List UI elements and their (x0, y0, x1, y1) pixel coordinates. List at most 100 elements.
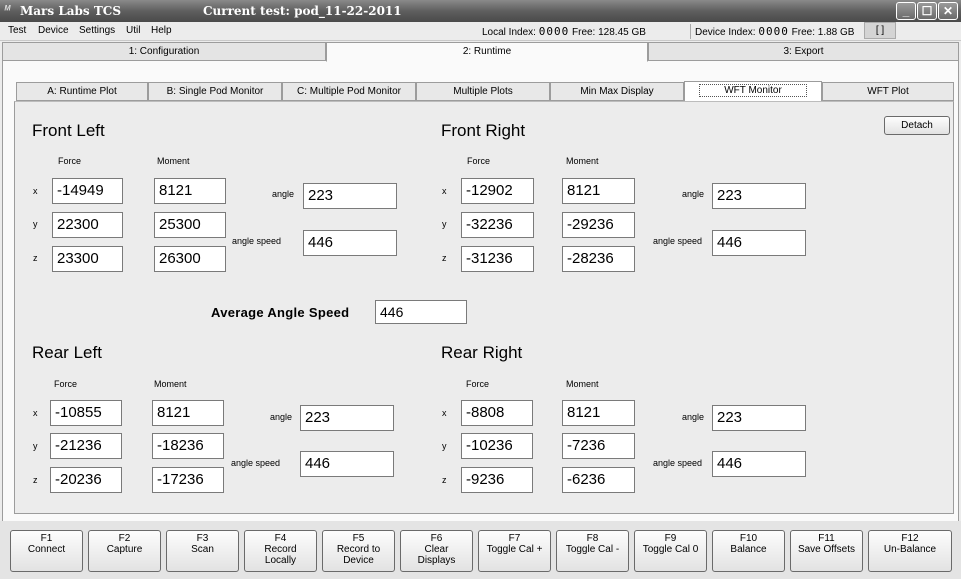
f2-capture-button[interactable]: F2 Capture (88, 530, 161, 572)
current-test-title: Current test: pod_11-22-2011 (203, 4, 402, 18)
local-index-value: 0000 (538, 25, 570, 38)
tab-multiple-pod-monitor[interactable]: C: Multiple Pod Monitor (282, 82, 416, 101)
f12-key: F12 (901, 533, 919, 544)
tab-export[interactable]: 3: Export (648, 42, 959, 61)
front-left-moment-y[interactable]: 25300 (154, 212, 226, 238)
rear-left-force-z[interactable]: -20236 (50, 467, 122, 493)
rear-left-angle-speed[interactable]: 446 (300, 451, 394, 477)
f12-un-balance-button[interactable]: F12 Un-Balance (868, 530, 952, 572)
f10-key: F10 (739, 533, 758, 544)
f10-label: Balance (730, 544, 767, 555)
rear-left-moment-y[interactable]: -18236 (152, 433, 224, 459)
tab-min-max-display[interactable]: Min Max Display (550, 82, 684, 101)
front-left-force-y[interactable]: 22300 (52, 212, 123, 238)
tab-multiple-plots[interactable]: Multiple Plots (416, 82, 550, 101)
f6-key: F6 (430, 533, 443, 544)
front-left-angle[interactable]: 223 (303, 183, 397, 209)
rear-left-moment-z[interactable]: -17236 (152, 467, 224, 493)
f7-toggle-cal-plus-button[interactable]: F7 Toggle Cal + (478, 530, 551, 572)
rear-right-angle-speed[interactable]: 446 (712, 451, 806, 477)
rear-right-force-z[interactable]: -9236 (461, 467, 533, 493)
f4-key: F4 (274, 533, 287, 544)
front-right-angle[interactable]: 223 (712, 183, 806, 209)
average-angle-speed-value[interactable]: 446 (375, 300, 467, 324)
rear-right-z-label: z (442, 475, 447, 485)
rear-left-moment-x[interactable]: 8121 (152, 400, 224, 426)
rear-left-force-label: Force (54, 379, 78, 389)
f8-label: Toggle Cal - (565, 544, 620, 555)
rear-right-angle-label: angle (682, 412, 705, 422)
front-left-angle-label: angle (272, 189, 295, 199)
device-free: Free: 1.88 GB (791, 27, 855, 38)
front-right-force-x[interactable]: -12902 (461, 178, 534, 204)
f5-record-to-device-button[interactable]: F5 Record to Device (322, 530, 395, 572)
f4-record-locally-button[interactable]: F4 Record Locally (244, 530, 317, 572)
rear-left-angle[interactable]: 223 (300, 405, 394, 431)
front-right-force-z[interactable]: -31236 (461, 246, 534, 272)
rear-right-moment-label: Moment (566, 379, 599, 389)
tab-wft-monitor[interactable]: WFT Monitor (684, 81, 822, 102)
front-right-force-y[interactable]: -32236 (461, 212, 534, 238)
rear-left-force-x[interactable]: -10855 (50, 400, 122, 426)
front-left-angle-speed[interactable]: 446 (303, 230, 397, 256)
f8-toggle-cal-minus-button[interactable]: F8 Toggle Cal - (556, 530, 629, 572)
local-index-status: Local Index: 0000 Free: 128.45 GB (482, 25, 646, 38)
tab-configuration[interactable]: 1: Configuration (2, 42, 326, 61)
menu-help[interactable]: Help (151, 25, 172, 36)
front-right-angle-speed[interactable]: 446 (712, 230, 806, 256)
close-button[interactable]: ✕ (938, 2, 958, 20)
front-right-y-label: y (442, 219, 447, 229)
minimize-button[interactable]: _ (896, 2, 916, 20)
f1-connect-button[interactable]: F1 Connect (10, 530, 83, 572)
menu-bar: Test Device Settings Util Help Local Ind… (0, 22, 961, 41)
menu-util[interactable]: Util (126, 25, 140, 36)
rear-right-moment-x[interactable]: 8121 (562, 400, 635, 426)
rear-right-force-y[interactable]: -10236 (461, 433, 533, 459)
front-left-angle-speed-label: angle speed (232, 236, 282, 246)
front-left-y-label: y (33, 219, 38, 229)
rear-right-moment-z[interactable]: -6236 (562, 467, 635, 493)
front-right-force-label: Force (467, 156, 491, 166)
menu-test[interactable]: Test (8, 25, 26, 36)
front-right-angle-speed-label: angle speed (653, 236, 703, 246)
f6-clear-displays-button[interactable]: F6 Clear Displays (400, 530, 473, 572)
f11-save-offsets-button[interactable]: F11 Save Offsets (790, 530, 863, 572)
f3-scan-button[interactable]: F3 Scan (166, 530, 239, 572)
tab-wft-plot[interactable]: WFT Plot (822, 82, 954, 101)
f9-label: Toggle Cal 0 (642, 544, 699, 555)
f9-key: F9 (664, 533, 677, 544)
f10-balance-button[interactable]: F10 Balance (712, 530, 785, 572)
tab-runtime-plot[interactable]: A: Runtime Plot (16, 82, 148, 101)
app-title: Mars Labs TCS (20, 4, 121, 18)
f12-label: Un-Balance (883, 544, 937, 555)
menu-device[interactable]: Device (38, 25, 69, 36)
device-index-value: 0000 (758, 25, 789, 38)
front-right-moment-x[interactable]: 8121 (562, 178, 635, 204)
front-right-title: Front Right (441, 121, 526, 140)
rear-right-angle[interactable]: 223 (712, 405, 806, 431)
front-right-moment-z[interactable]: -28236 (562, 246, 635, 272)
rear-right-force-x[interactable]: -8808 (461, 400, 533, 426)
front-right-moment-label: Moment (566, 156, 599, 166)
rear-left-y-label: y (33, 441, 38, 451)
front-left-force-x[interactable]: -14949 (52, 178, 123, 204)
maximize-button[interactable]: ☐ (917, 2, 937, 20)
tab-single-pod-monitor[interactable]: B: Single Pod Monitor (148, 82, 282, 101)
menu-settings[interactable]: Settings (79, 25, 115, 36)
f3-label: Scan (191, 544, 214, 555)
f9-toggle-cal-zero-button[interactable]: F9 Toggle Cal 0 (634, 530, 707, 572)
front-left-moment-z[interactable]: 26300 (154, 246, 226, 272)
rear-right-x-label: x (442, 408, 447, 418)
rear-left-angle-label: angle (270, 412, 293, 422)
f8-key: F8 (586, 533, 599, 544)
f11-key: F11 (818, 533, 835, 544)
front-right-moment-y[interactable]: -29236 (562, 212, 635, 238)
rear-right-moment-y[interactable]: -7236 (562, 433, 635, 459)
tab-runtime[interactable]: 2: Runtime (326, 42, 648, 62)
front-left-force-z[interactable]: 23300 (52, 246, 123, 272)
rear-left-force-y[interactable]: -21236 (50, 433, 122, 459)
rear-left-z-label: z (33, 475, 38, 485)
front-left-title: Front Left (32, 121, 105, 140)
detach-button[interactable]: Detach (884, 116, 950, 135)
front-left-moment-x[interactable]: 8121 (154, 178, 226, 204)
